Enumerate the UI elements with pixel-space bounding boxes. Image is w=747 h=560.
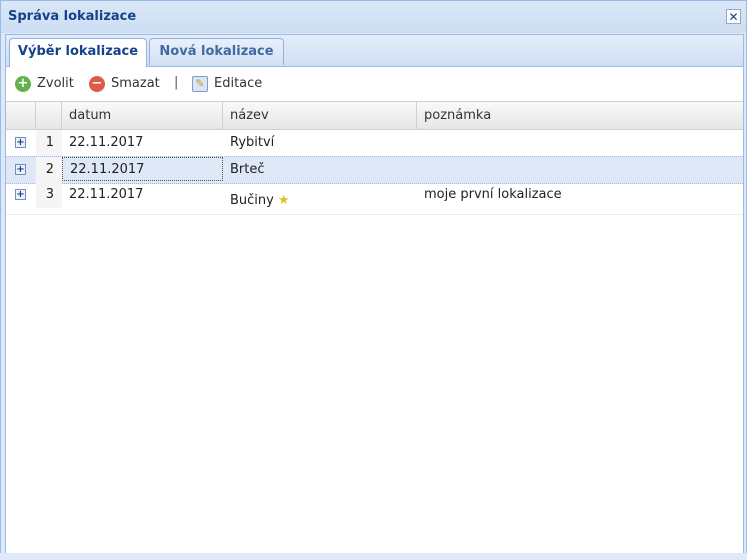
header-expander bbox=[6, 102, 36, 129]
header-rownum bbox=[36, 102, 62, 129]
grid-header: datum název poznámka bbox=[6, 101, 743, 130]
window-title: Správa lokalizace bbox=[8, 9, 137, 24]
choose-label: Zvolit bbox=[37, 76, 74, 91]
column-header-nazev[interactable]: název bbox=[223, 102, 417, 129]
table-row[interactable]: + 1 22.11.2017 Rybitví bbox=[6, 130, 743, 157]
cell-poznamka[interactable]: moje první lokalizace bbox=[417, 182, 743, 208]
localization-window: Správa lokalizace ✕ Výběr lokalizace Nov… bbox=[0, 0, 747, 560]
delete-label: Smazat bbox=[111, 76, 160, 91]
close-icon[interactable]: ✕ bbox=[726, 9, 741, 24]
window-footer bbox=[0, 553, 747, 560]
expand-icon[interactable]: + bbox=[15, 164, 26, 175]
tab-new-localization[interactable]: Nová lokalizace bbox=[149, 38, 284, 65]
cell-nazev[interactable]: Brteč bbox=[223, 157, 417, 183]
edit-icon: ✎ bbox=[192, 76, 208, 92]
tab-select-localization[interactable]: Výběr lokalizace bbox=[9, 38, 147, 67]
toolbar-separator: | bbox=[174, 75, 179, 90]
tab-label: Výběr lokalizace bbox=[17, 44, 139, 59]
cell-nazev-text: Bučiny bbox=[230, 193, 274, 208]
choose-button[interactable]: + Zvolit bbox=[15, 75, 74, 93]
window-titlebar[interactable]: Správa lokalizace ✕ bbox=[1, 1, 746, 33]
column-header-poznamka[interactable]: poznámka bbox=[417, 102, 743, 129]
remove-icon: − bbox=[89, 76, 105, 92]
row-number: 1 bbox=[36, 130, 62, 156]
tab-strip: Výběr lokalizace Nová lokalizace bbox=[6, 35, 743, 67]
expand-icon[interactable]: + bbox=[15, 137, 26, 148]
cell-poznamka[interactable] bbox=[417, 157, 743, 183]
expand-icon[interactable]: + bbox=[15, 189, 26, 200]
cell-nazev[interactable]: Bučiny ★ bbox=[223, 188, 417, 214]
cell-nazev[interactable]: Rybitví bbox=[223, 130, 417, 156]
column-header-datum[interactable]: datum bbox=[62, 102, 223, 129]
cell-datum[interactable]: 22.11.2017 bbox=[62, 130, 223, 156]
edit-button[interactable]: ✎ Editace bbox=[192, 75, 262, 93]
cell-datum[interactable]: 22.11.2017 bbox=[62, 182, 223, 208]
cell-datum[interactable]: 22.11.2017 bbox=[62, 157, 223, 181]
row-number: 2 bbox=[36, 157, 62, 183]
star-icon: ★ bbox=[277, 193, 290, 208]
edit-label: Editace bbox=[214, 76, 263, 91]
add-icon: + bbox=[15, 76, 31, 92]
window-body: Výběr lokalizace Nová lokalizace + Zvoli… bbox=[5, 34, 744, 556]
tab-label: Nová lokalizace bbox=[159, 44, 274, 59]
localization-grid: datum název poznámka + 1 22.11.2017 Rybi… bbox=[6, 101, 743, 553]
delete-button[interactable]: − Smazat bbox=[89, 75, 160, 93]
row-number: 3 bbox=[36, 182, 62, 208]
table-row[interactable]: + 2 22.11.2017 Brteč bbox=[6, 156, 743, 184]
table-row[interactable]: + 3 22.11.2017 Bučiny ★ moje první lokali… bbox=[6, 182, 743, 215]
cell-poznamka[interactable] bbox=[417, 130, 743, 156]
toolbar: + Zvolit − Smazat | ✎ Editace bbox=[6, 67, 743, 99]
